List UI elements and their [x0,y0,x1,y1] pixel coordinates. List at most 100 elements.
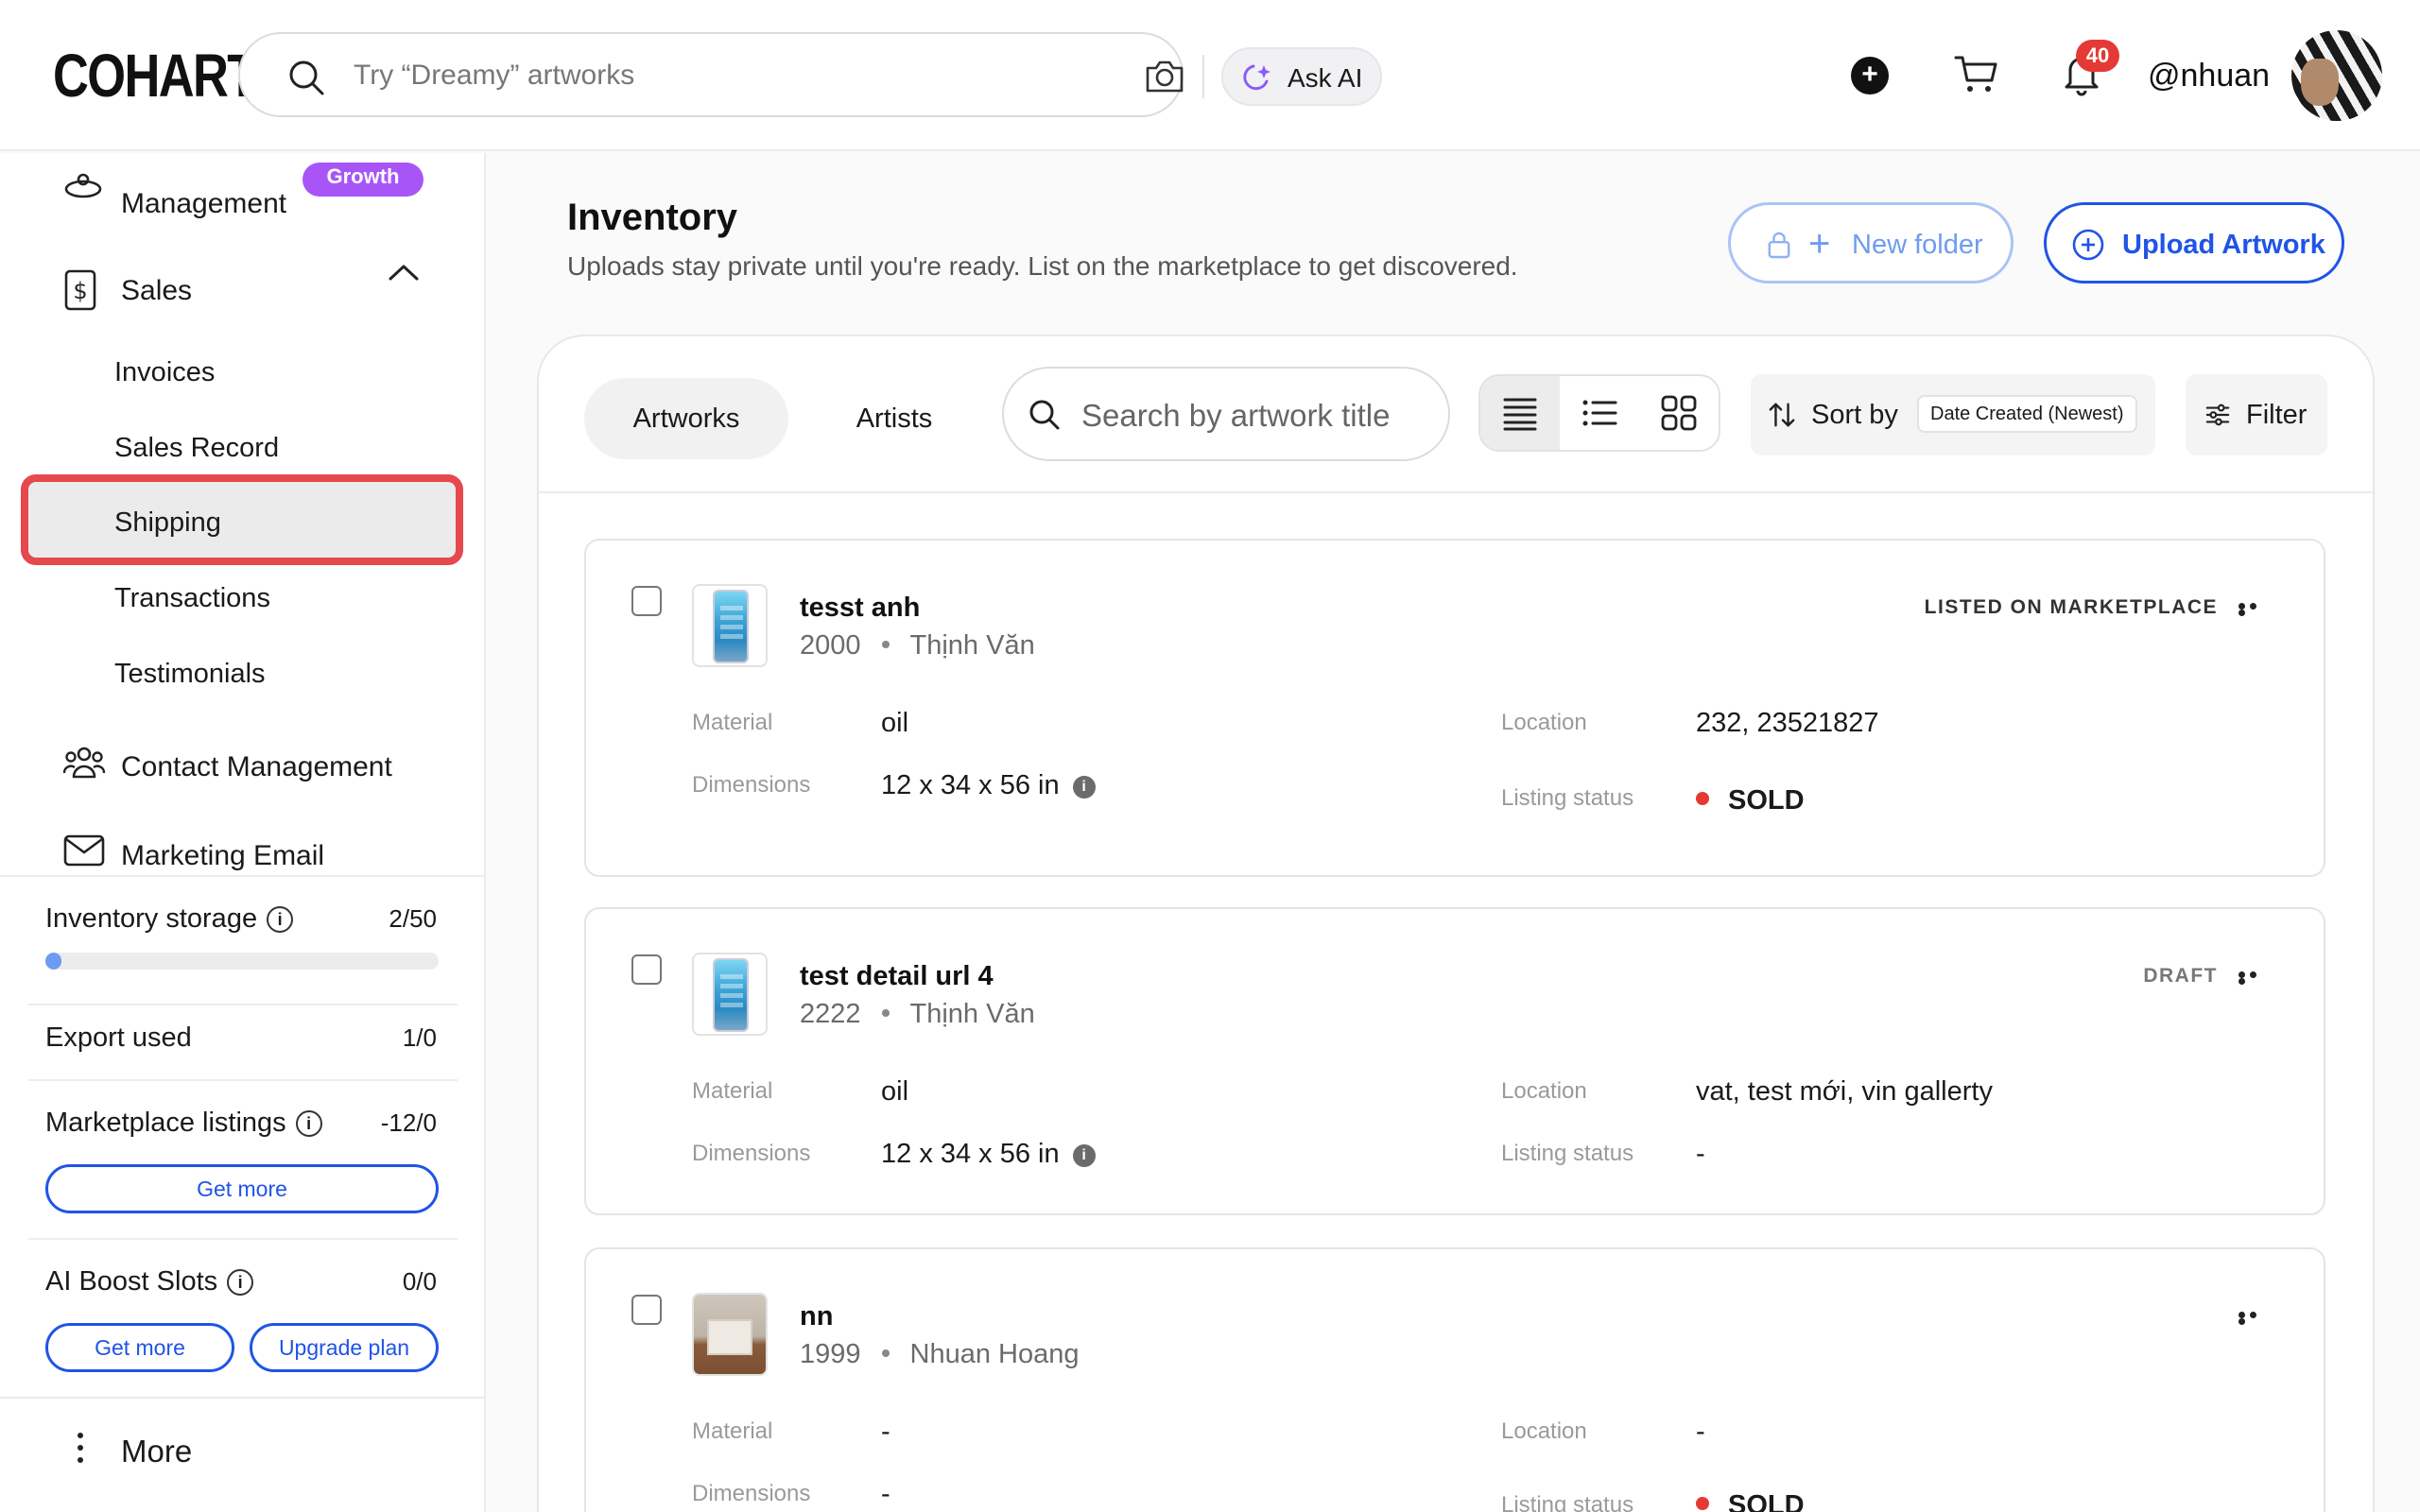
svg-text:$: $ [73,278,87,304]
location-value: 232, 23521827 [1696,708,1879,738]
marketplace-listings-value: -12/0 [380,1108,437,1137]
more-horizontal-icon[interactable] [2238,971,2271,985]
material-value: oil [881,1076,909,1107]
box-image [694,1295,766,1374]
marketplace-get-more-button[interactable]: Get more [45,1164,439,1213]
new-folder-label: New folder [1852,230,1983,260]
new-folder-button[interactable]: + New folder [1728,202,2014,284]
view-toggle-group [1478,374,1720,452]
global-search-placeholder[interactable]: Try “Dreamy” artworks [354,57,634,94]
toolbar-divider [539,491,2373,493]
more-vertical-icon [78,1433,83,1469]
dollar-document-icon: $ [64,269,96,311]
sort-label: Sort by [1811,400,1898,430]
upgrade-plan-button[interactable]: Upgrade plan [250,1323,439,1372]
marketplace-listings-label: Marketplace listings i [45,1104,322,1142]
chevron-up-icon[interactable] [388,263,420,282]
view-grid-button[interactable] [1639,376,1719,450]
artwork-card[interactable]: tesst anh 2000 Thịnh Văn LISTED ON MARKET… [584,539,2325,877]
view-list-button[interactable] [1560,376,1639,450]
dimensions-label: Dimensions [692,1481,811,1506]
sidebar-item-sales-record[interactable]: Sales Record [114,429,279,467]
info-icon[interactable]: i [267,906,294,933]
sidebar-item-testimonials[interactable]: Testimonials [114,655,266,693]
sidebar-item-marketing-email[interactable]: Marketing Email [0,820,484,877]
camera-icon[interactable] [1144,57,1185,94]
shipping-highlight-box [21,474,463,565]
view-compact-list-button[interactable] [1480,376,1560,450]
more-label: More [121,1434,193,1469]
sidebar-item-label: Marketing Email [121,840,325,871]
ask-ai-label: Ask AI [1288,63,1363,93]
artwork-title[interactable]: tesst anh [800,590,920,626]
sidebar-item-label: Management [121,188,287,219]
listing-status-value: SOLD [1696,782,1805,818]
artwork-search-placeholder: Search by artwork title [1081,398,1391,433]
info-icon[interactable]: i [1072,1144,1096,1167]
global-search-bar[interactable]: Try “Dreamy” artworks Ask AI [238,32,1382,117]
cart-icon[interactable] [1953,53,1998,94]
artwork-checkbox[interactable] [631,586,662,616]
artwork-card[interactable]: test detail url 4 2222 Thịnh Văn DRAFT Ma… [584,907,2325,1215]
info-icon[interactable]: i [227,1269,254,1296]
progress-fill [45,953,61,970]
lock-icon [1768,232,1790,259]
artwork-checkbox[interactable] [631,1295,662,1325]
avatar[interactable] [2291,30,2382,121]
sort-value[interactable]: Date Created (Newest) [1917,395,2137,433]
inventory-panel: Artworks Artists Search by artwork title… [537,335,2375,1512]
notification-badge: 40 [2076,40,2119,72]
artwork-search-input[interactable]: Search by artwork title [1002,367,1450,461]
sidebar-item-invoices[interactable]: Invoices [114,353,215,391]
artwork-thumbnail[interactable] [692,953,768,1036]
artwork-thumbnail[interactable] [692,1293,768,1376]
tab-artworks[interactable]: Artworks [584,378,788,459]
compact-list-icon [1503,398,1537,431]
artwork-meta: 2000 Thịnh Văn [800,630,1035,661]
tab-artists[interactable]: Artists [802,378,987,459]
artwork-thumbnail[interactable] [692,584,768,667]
sidebar-item-transactions[interactable]: Transactions [114,579,270,617]
ai-boost-label: AI Boost Slots i [45,1263,254,1300]
sidebar-item-label: Sales [121,275,193,306]
ai-boost-value: 0/0 [402,1267,437,1296]
artwork-checkbox[interactable] [631,954,662,985]
artwork-title[interactable]: test detail url 4 [800,958,994,994]
sort-dropdown[interactable]: Sort by Date Created (Newest) [1751,374,2155,455]
location-label: Location [1501,1418,1587,1444]
inventory-storage-label: Inventory storage i [45,900,294,937]
sidebar-item-contact-management[interactable]: Contact Management [0,728,484,794]
material-label: Material [692,1078,773,1104]
inventory-storage-progress [45,953,439,970]
material-value: oil [881,708,909,738]
dimensions-value: 12 x 34 x 56 in i [881,767,1096,803]
sidebar-item-management[interactable]: Management Growth [0,163,484,227]
info-icon[interactable]: i [1072,776,1096,799]
upload-artwork-button[interactable]: Upload Artwork [2044,202,2344,284]
ai-boost-get-more-button[interactable]: Get more [45,1323,234,1372]
artwork-card[interactable]: nn 1999 Nhuan Hoang Material - Dimensions… [584,1247,2325,1512]
artwork-status: LISTED ON MARKETPLACE [1924,596,2218,618]
more-horizontal-icon[interactable] [2238,1312,2271,1325]
sidebar-more-button[interactable]: More [0,1399,484,1512]
filter-sliders-icon [2205,404,2230,426]
listing-status-value: - [1696,1139,1705,1169]
people-icon [62,747,106,779]
filter-button[interactable]: Filter [2186,374,2327,455]
top-header: COHART Try “Dreamy” artworks Ask AI + 40… [0,0,2420,151]
material-label: Material [692,710,773,735]
material-value: - [881,1417,890,1447]
artwork-title[interactable]: nn [800,1298,833,1334]
more-horizontal-icon[interactable] [2238,603,2271,616]
ask-ai-button[interactable]: Ask AI [1221,47,1382,106]
cohart-logo[interactable]: COHART [53,42,257,110]
listing-status-label: Listing status [1501,1141,1634,1166]
dimensions-label: Dimensions [692,772,811,798]
upload-artwork-label: Upload Artwork [2122,230,2325,260]
search-icon [1029,400,1060,430]
sidebar-divider [28,1238,458,1240]
username[interactable]: @nhuan [2148,55,2270,96]
info-icon[interactable]: i [295,1110,322,1137]
growth-badge: Growth [302,163,424,197]
create-plus-icon[interactable]: + [1851,57,1889,94]
